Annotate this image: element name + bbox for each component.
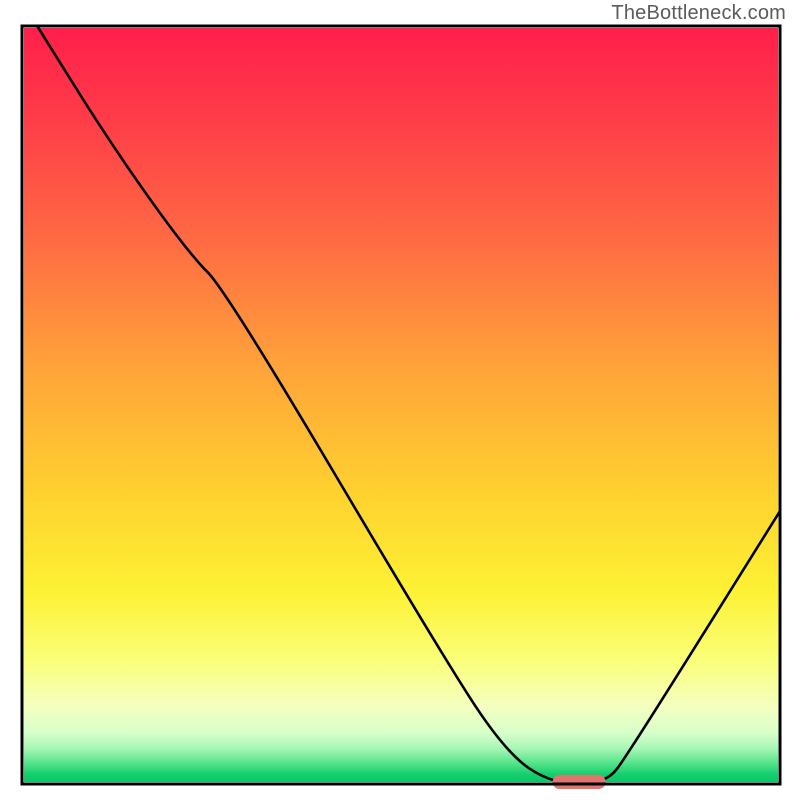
watermark-label: TheBottleneck.com: [611, 2, 786, 25]
optimal-marker: [553, 775, 606, 789]
plot-background: [24, 28, 778, 782]
bottleneck-chart: [0, 0, 800, 800]
